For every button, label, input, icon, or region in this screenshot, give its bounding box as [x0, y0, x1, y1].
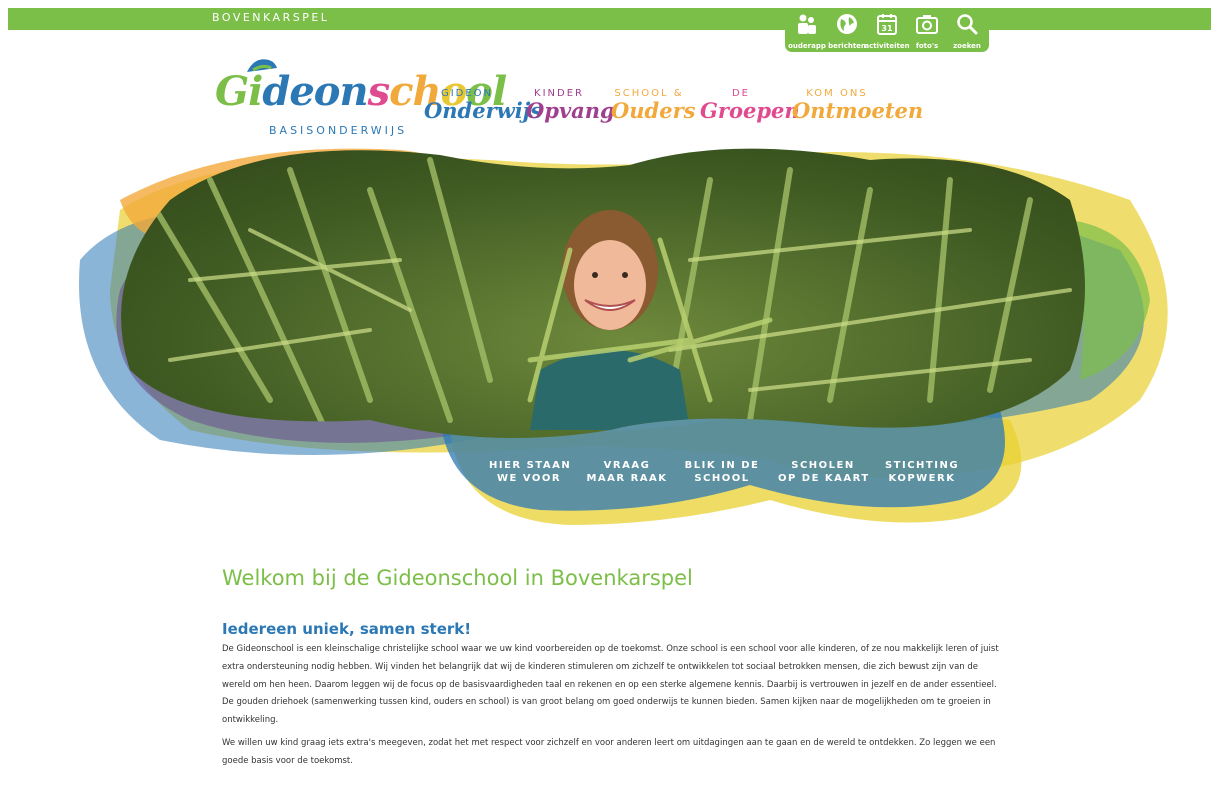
subnav-line: KOPWERK — [888, 473, 956, 484]
subnav-stichting-kopwerk[interactable]: STICHTING KOPWERK — [882, 459, 962, 485]
nav-kom-ons-ontmoeten[interactable]: KOM ONS Ontmoeten — [792, 88, 924, 123]
calendar-day-number: 31 — [881, 24, 893, 33]
subnav-line: SCHOOL — [694, 473, 750, 484]
quicklink-label: activiteiten — [864, 42, 910, 50]
top-bar — [8, 8, 1211, 30]
nav-big-label: Opvang — [526, 98, 615, 123]
calendar-icon: 31 — [877, 14, 897, 35]
quicklink-ouderapp[interactable]: ouderapp — [788, 8, 826, 52]
logo-letter: n — [339, 68, 368, 115]
subnav-line: WE VOOR — [496, 473, 562, 484]
nav-de-groepen[interactable]: DE Groepen — [700, 88, 800, 123]
main-content: Welkom bij de Gideonschool in Bovenkarsp… — [222, 566, 1002, 776]
subnav-blik-in-de-school[interactable]: BLIK IN DE SCHOOL — [684, 459, 760, 485]
logo-letter: e — [289, 68, 314, 115]
nav-big-label: Onderwijs — [424, 98, 543, 123]
subnav-line: HIER STAAN — [489, 460, 572, 471]
logo-letter: o — [313, 68, 341, 115]
subnav-vraag-maar-raak[interactable]: VRAAG MAAR RAAK — [586, 459, 668, 485]
quicklink-label: berichten — [828, 42, 866, 50]
subnav-line: OP DE KAART — [778, 473, 870, 484]
intro-paragraph: De Gideonschool is een kleinschalige chr… — [222, 644, 999, 726]
logo-letter: s — [367, 68, 391, 115]
quicklink-label: zoeken — [953, 42, 981, 50]
logo-subtitle: BASISONDERWIJS — [269, 124, 408, 137]
nav-gideon-onderwijs[interactable]: GIDEON Onderwijs — [424, 88, 543, 123]
quicklink-zoeken[interactable]: zoeken — [948, 8, 986, 52]
second-paragraph: We willen uw kind graag iets extra's mee… — [222, 737, 996, 766]
subnav-line: SCHOLEN — [791, 460, 855, 471]
nav-big-label: Ontmoeten — [792, 98, 924, 123]
quicklink-fotos[interactable]: foto's — [908, 8, 946, 52]
page-title: Welkom bij de Gideonschool in Bovenkarsp… — [222, 566, 693, 590]
subnav-line: VRAAG — [603, 460, 651, 471]
subnav-scholen-op-de-kaart[interactable]: SCHOLEN OP DE KAART — [778, 459, 868, 485]
logo-letter: c — [389, 68, 413, 115]
quicklinks-panel: ouderapp berichten 31 activiteiten foto'… — [785, 8, 989, 52]
camera-icon — [916, 15, 938, 34]
subnav-hier-staan-we-voor[interactable]: HIER STAAN WE VOOR — [489, 459, 572, 485]
logo-letter: G — [215, 68, 249, 115]
quicklink-label: foto's — [915, 42, 939, 50]
quicklink-label: ouderapp — [788, 42, 826, 50]
parents-icon — [798, 14, 816, 34]
subnav-line: BLIK IN DE — [684, 460, 760, 471]
quicklink-activiteiten[interactable]: 31 activiteiten — [864, 8, 910, 52]
location-label: BOVENKARSPEL — [212, 11, 330, 24]
section-subtitle: Iedereen uniek, samen sterk! — [222, 620, 472, 638]
search-icon — [957, 14, 978, 35]
logo-letter: i — [248, 68, 263, 115]
logo-letter: d — [262, 68, 290, 115]
subnav-line: STICHTING — [884, 460, 960, 471]
nav-big-label: Ouders — [611, 98, 696, 123]
nav-kinder-opvang[interactable]: KINDER Opvang — [526, 88, 615, 123]
quicklink-berichten[interactable]: berichten — [828, 8, 866, 52]
subnav-line: MAAR RAAK — [586, 473, 668, 484]
nav-school-ouders[interactable]: SCHOOL & Ouders — [611, 88, 696, 123]
site-logo[interactable]: Gideonschool BASISONDERWIJS — [215, 54, 507, 140]
globe-icon — [837, 14, 857, 34]
nav-big-label: Groepen — [700, 98, 800, 123]
